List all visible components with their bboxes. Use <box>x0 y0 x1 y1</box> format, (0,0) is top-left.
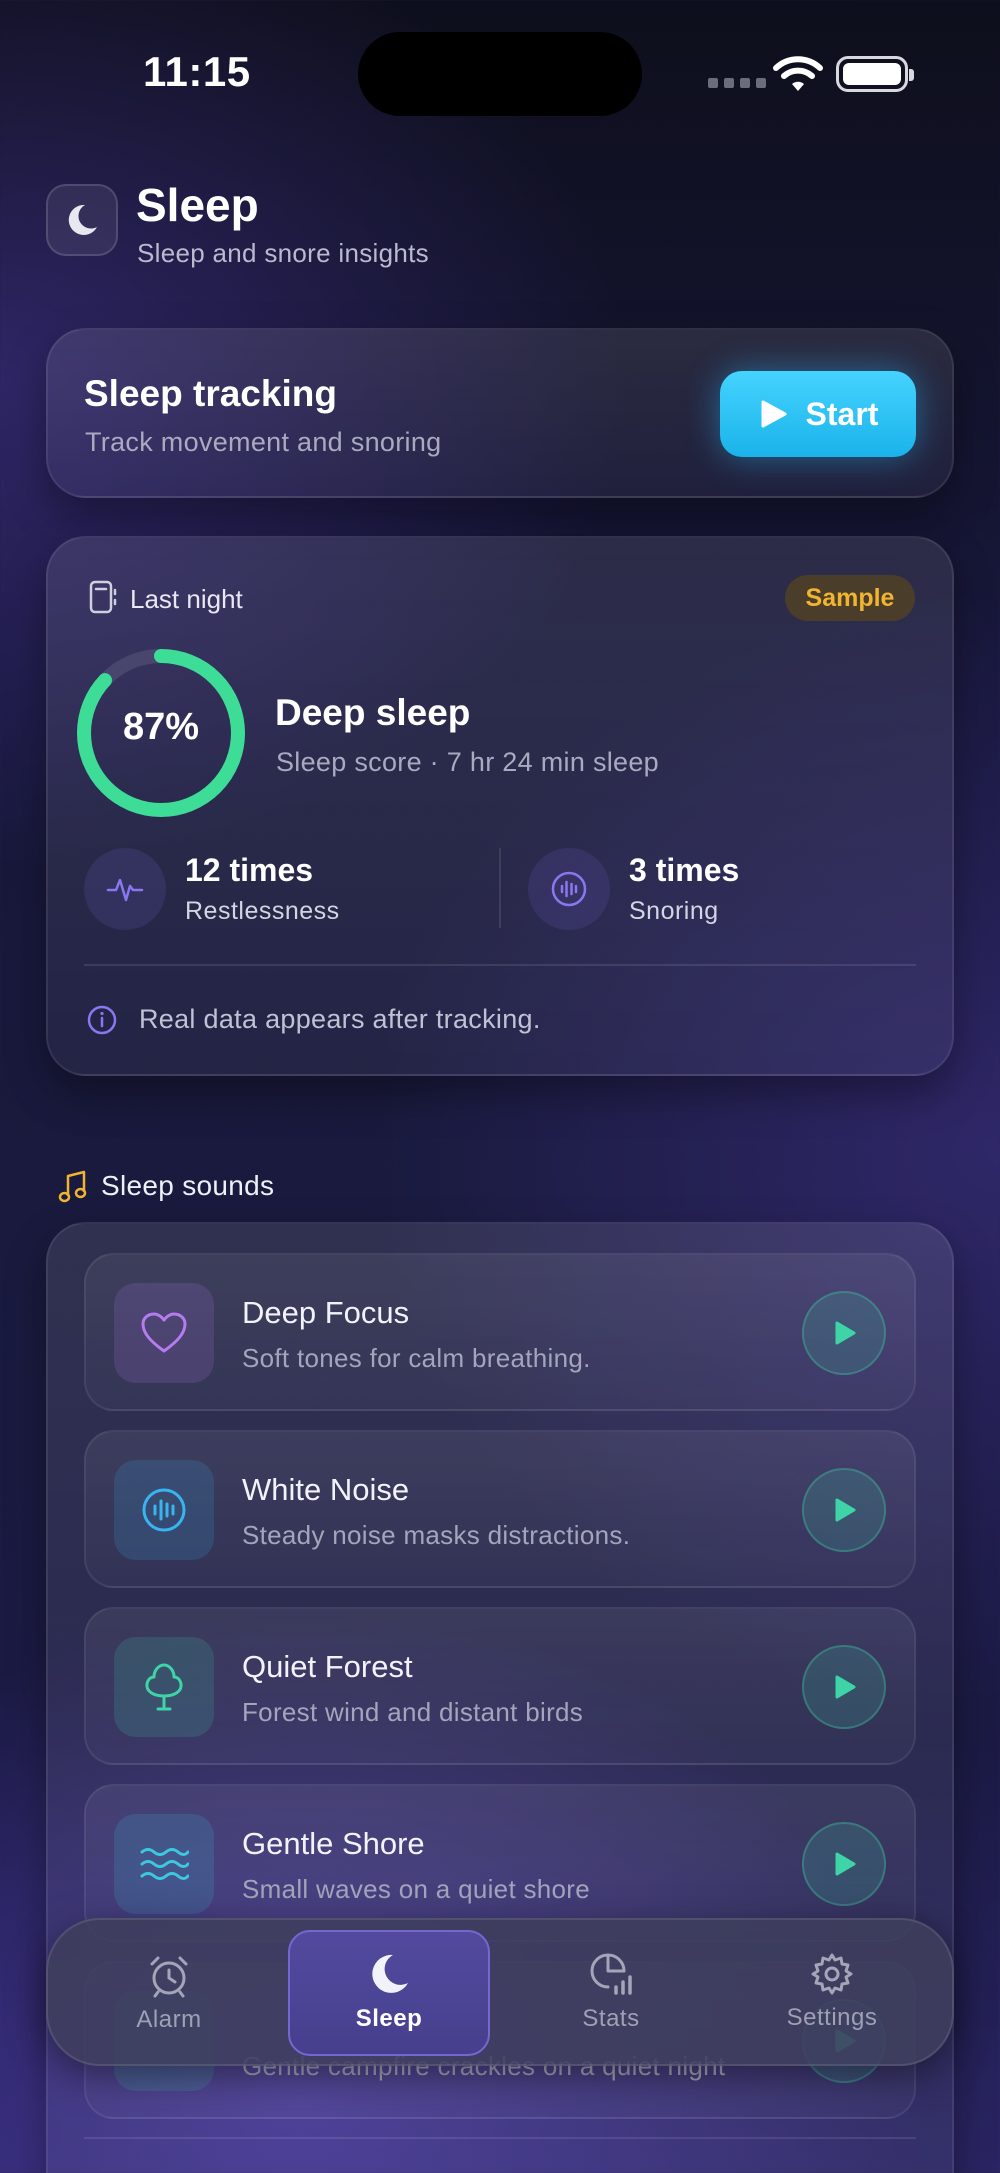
battery-icon <box>836 56 914 92</box>
pulse-icon <box>84 848 166 930</box>
sleep-score-value: 87% <box>122 706 200 748</box>
sleep-score-summary: Sleep score · 7 hr 24 min sleep <box>276 747 659 777</box>
sound-item-quiet-forest[interactable]: Quiet Forest Forest wind and distant bir… <box>84 1607 916 1765</box>
moon-icon <box>372 1954 408 1993</box>
sound-title: Gentle Shore <box>242 1826 425 1861</box>
info-message: Real data appears after tracking. <box>139 1004 541 1034</box>
play-icon <box>835 1675 856 1699</box>
tab-label: Stats <box>582 2005 640 2032</box>
restlessness-value: 12 times <box>185 852 314 888</box>
play-icon <box>761 400 787 428</box>
stats-divider <box>499 848 501 928</box>
start-label: Start <box>805 395 879 432</box>
tab-sleep[interactable]: Sleep <box>289 1918 489 2066</box>
last-night-label: Last night <box>130 584 243 614</box>
chart-icon <box>590 1953 632 1995</box>
page-subtitle: Sleep and snore insights <box>137 238 429 268</box>
play-icon <box>835 1321 856 1345</box>
card-divider <box>84 964 916 966</box>
tab-stats[interactable]: Stats <box>511 1918 711 2066</box>
list-divider <box>84 2137 916 2139</box>
sound-title: Deep Focus <box>242 1295 410 1330</box>
tab-settings[interactable]: Settings <box>732 1918 932 2066</box>
tab-alarm[interactable]: Alarm <box>69 1920 269 2068</box>
play-icon <box>835 1498 856 1522</box>
snoring-value: 3 times <box>629 852 740 888</box>
sound-wave-icon <box>114 1460 214 1560</box>
play-button[interactable] <box>802 1645 886 1729</box>
cellular-signal-icon <box>708 78 766 88</box>
play-icon <box>835 1852 856 1876</box>
document-icon <box>89 580 117 614</box>
play-button[interactable] <box>802 1468 886 1552</box>
play-button[interactable] <box>802 1822 886 1906</box>
sound-wave-icon <box>528 848 610 930</box>
tab-label: Alarm <box>136 2006 202 2033</box>
sleep-sounds-heading: Sleep sounds <box>101 1170 275 1201</box>
page-title: Sleep <box>136 179 259 231</box>
status-time: 11:15 <box>143 48 251 95</box>
moon-app-icon <box>46 184 118 256</box>
wifi-icon <box>773 56 823 91</box>
restlessness-label: Restlessness <box>185 897 340 925</box>
tracking-subtitle: Track movement and snoring <box>85 427 442 457</box>
sound-description: Soft tones for calm breathing. <box>242 1343 591 1373</box>
info-icon <box>87 1005 117 1035</box>
dynamic-island <box>358 32 642 116</box>
tab-label: Settings <box>786 2004 878 2031</box>
sound-title: White Noise <box>242 1472 410 1507</box>
heart-icon <box>114 1283 214 1383</box>
sound-description: Forest wind and distant birds <box>242 1697 584 1727</box>
tree-icon <box>114 1637 214 1737</box>
tracking-title: Sleep tracking <box>84 373 337 414</box>
play-button[interactable] <box>802 1291 886 1375</box>
sound-item-deep-focus[interactable]: Deep Focus Soft tones for calm breathing… <box>84 1253 916 1411</box>
sound-title: Quiet Forest <box>242 1649 413 1684</box>
gear-icon <box>811 1953 853 1995</box>
sound-description: Steady noise masks distractions. <box>242 1520 631 1550</box>
waves-icon <box>114 1814 214 1914</box>
sleep-quality-title: Deep sleep <box>275 692 471 733</box>
music-note-icon <box>58 1170 87 1203</box>
sound-item-white-noise[interactable]: White Noise Steady noise masks distracti… <box>84 1430 916 1588</box>
alarm-clock-icon <box>150 1956 188 1998</box>
snoring-label: Snoring <box>629 897 719 925</box>
start-tracking-button[interactable]: Start <box>720 371 916 457</box>
tab-label: Sleep <box>355 2005 423 2032</box>
sample-badge: Sample <box>785 575 915 621</box>
sound-description: Small waves on a quiet shore <box>242 1874 591 1904</box>
